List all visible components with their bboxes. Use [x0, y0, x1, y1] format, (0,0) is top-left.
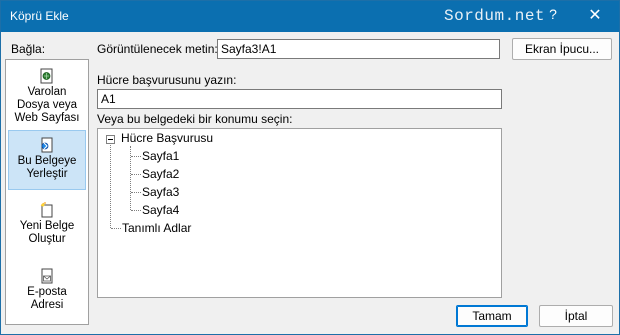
sidebar-item-label: Dosya veya	[16, 99, 78, 111]
collapse-icon[interactable]	[106, 135, 115, 144]
sidebar-item-label: Yeni Belge	[19, 220, 75, 232]
watermark: Sordum.net	[444, 7, 546, 25]
display-text-label: Görüntülenecek metin:	[97, 42, 218, 56]
title-bar: Köprü Ekle Sordum.net ? ✕	[1, 1, 619, 32]
tree-item-sheet[interactable]: Sayfa3	[142, 185, 179, 199]
sidebar-item-place-in-document[interactable]: Bu Belgeye Yerleştir	[8, 130, 86, 190]
document-location-tree[interactable]: Hücre Başvurusu Sayfa1 Sayfa2 Sayfa3 Say…	[97, 128, 502, 298]
tree-connector	[131, 156, 141, 157]
place-in-document-label: Veya bu belgedeki bir konumu seçin:	[97, 112, 293, 126]
tree-item-sheet[interactable]: Sayfa1	[142, 149, 179, 163]
sidebar-item-label: E-posta	[27, 286, 67, 298]
tree-connector	[131, 174, 141, 175]
link-to-label: Bağla:	[11, 42, 46, 56]
cell-reference-input[interactable]: A1	[97, 89, 502, 109]
insert-hyperlink-dialog: Köprü Ekle Sordum.net ? ✕ Bağla: Varolan…	[0, 0, 620, 335]
tree-connector	[111, 228, 121, 229]
display-text-input[interactable]: Sayfa3!A1	[217, 39, 500, 59]
tree-item-sheet[interactable]: Sayfa4	[142, 203, 179, 217]
sidebar-item-label: Yerleştir	[26, 168, 68, 180]
tree-item-sheet[interactable]: Sayfa2	[142, 167, 179, 181]
sidebar-item-label: Varolan	[27, 86, 67, 98]
window-title: Köprü Ekle	[10, 9, 69, 23]
sidebar-item-email[interactable]: E-posta Adresi	[8, 268, 86, 322]
close-button[interactable]: ✕	[575, 4, 615, 28]
existing-file-icon	[40, 68, 53, 84]
tree-connector	[131, 192, 141, 193]
ok-button[interactable]: Tamam	[456, 305, 528, 327]
sidebar-item-new-document[interactable]: Yeni Belge Oluştur	[8, 202, 86, 252]
tree-item-defined-names[interactable]: Tanımlı Adlar	[122, 221, 191, 235]
new-document-icon	[40, 202, 53, 218]
screentip-button[interactable]: Ekran İpucu...	[512, 38, 612, 60]
link-to-sidebar: Varolan Dosya veya Web Sayfası Bu Belgey…	[5, 59, 89, 325]
tree-connector	[131, 210, 141, 211]
sidebar-item-label: Oluştur	[28, 233, 66, 245]
sidebar-item-label: Bu Belgeye	[17, 155, 77, 167]
tree-connector	[110, 145, 111, 228]
sidebar-item-label: Web Sayfası	[14, 112, 80, 124]
help-button[interactable]: ?	[542, 6, 564, 26]
sidebar-item-label: Adresi	[30, 299, 64, 311]
email-icon	[41, 268, 53, 284]
cancel-button[interactable]: İptal	[539, 305, 613, 327]
tree-item-cell-reference[interactable]: Hücre Başvurusu	[121, 131, 213, 145]
cell-reference-label: Hücre başvurusunu yazın:	[97, 73, 237, 87]
place-in-document-icon	[41, 137, 53, 153]
sidebar-item-existing-file[interactable]: Varolan Dosya veya Web Sayfası	[8, 64, 86, 126]
